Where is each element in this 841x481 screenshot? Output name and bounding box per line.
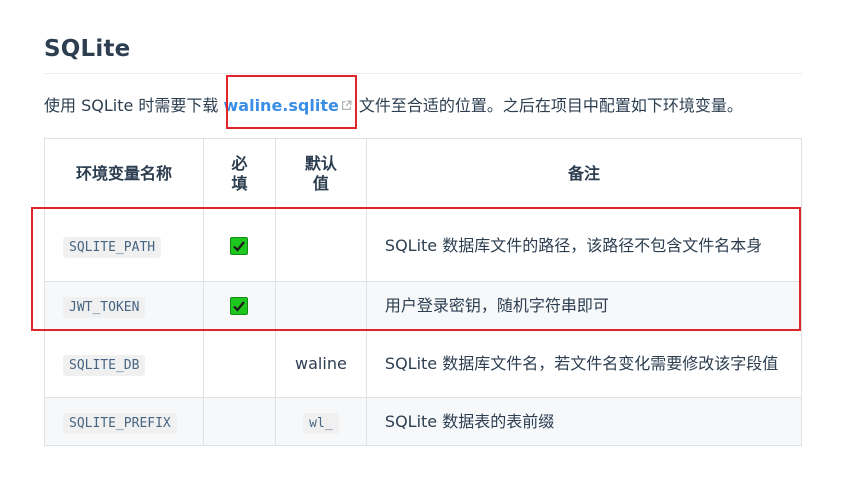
note-cell: SQLite 数据表的表前缀 <box>365 397 803 446</box>
required-cell <box>202 208 276 282</box>
var-name-cell: SQLITE_PREFIX <box>44 397 204 446</box>
note-cell: SQLite 数据库文件的路径，该路径不包含文件名本身 <box>365 208 803 282</box>
default-cell: waline <box>274 329 367 398</box>
external-link-icon <box>341 94 352 110</box>
table-header-row: 环境变量名称 必填 默认值 备注 <box>44 138 803 209</box>
var-name-code: SQLITE_DB <box>63 355 146 376</box>
required-cell <box>202 329 276 398</box>
section-heading: SQLite <box>44 36 131 62</box>
intro-text-after: 文件至合适的位置。之后在项目中配置如下环境变量。 <box>353 96 743 115</box>
note-cell: SQLite 数据库文件名，若文件名变化需要修改该字段值 <box>365 329 803 398</box>
header-note: 备注 <box>365 138 803 209</box>
check-mark-icon <box>230 297 249 316</box>
header-required-line1: 必 <box>231 153 248 173</box>
header-required-line2: 填 <box>231 173 248 193</box>
intro-paragraph: 使用 SQLite 时需要下载 waline.sqlite 文件至合适的位置。之… <box>44 94 743 118</box>
check-mark-icon <box>230 236 249 255</box>
default-cell <box>274 208 367 282</box>
required-cell <box>202 397 276 446</box>
table-row: SQLITE_PREFIX wl_ SQLite 数据表的表前缀 <box>44 397 803 446</box>
header-name: 环境变量名称 <box>44 138 204 209</box>
heading-divider <box>44 73 802 74</box>
var-name-cell: JWT_TOKEN <box>44 281 204 330</box>
var-name-code: JWT_TOKEN <box>63 297 146 318</box>
waline-sqlite-link-label: waline.sqlite <box>223 96 339 115</box>
table-row: SQLITE_DB waline SQLite 数据库文件名，若文件名变化需要修… <box>44 329 803 398</box>
required-cell <box>202 281 276 330</box>
var-name-cell: SQLITE_DB <box>44 329 204 398</box>
intro-text-before: 使用 SQLite 时需要下载 <box>44 96 224 115</box>
default-cell: wl_ <box>274 397 367 446</box>
header-default-line1: 默认 <box>304 153 337 173</box>
default-cell <box>274 281 367 330</box>
waline-sqlite-link[interactable]: waline.sqlite <box>224 96 354 115</box>
default-value-code: wl_ <box>303 413 339 434</box>
var-name-cell: SQLITE_PATH <box>44 208 204 282</box>
table-row: SQLITE_PATH SQLite 数据库文件的路径，该路径不包含文件名本身 <box>44 208 803 282</box>
header-default: 默认值 <box>274 138 367 209</box>
header-required: 必填 <box>202 138 276 209</box>
note-cell: 用户登录密钥，随机字符串即可 <box>365 281 803 330</box>
var-name-code: SQLITE_PREFIX <box>63 413 177 434</box>
env-var-table: 环境变量名称 必填 默认值 备注 SQLITE_PATH SQLite 数据库文… <box>44 138 803 446</box>
var-name-code: SQLITE_PATH <box>63 236 162 258</box>
header-default-line2: 值 <box>312 173 329 193</box>
table-row: JWT_TOKEN 用户登录密钥，随机字符串即可 <box>44 281 803 330</box>
